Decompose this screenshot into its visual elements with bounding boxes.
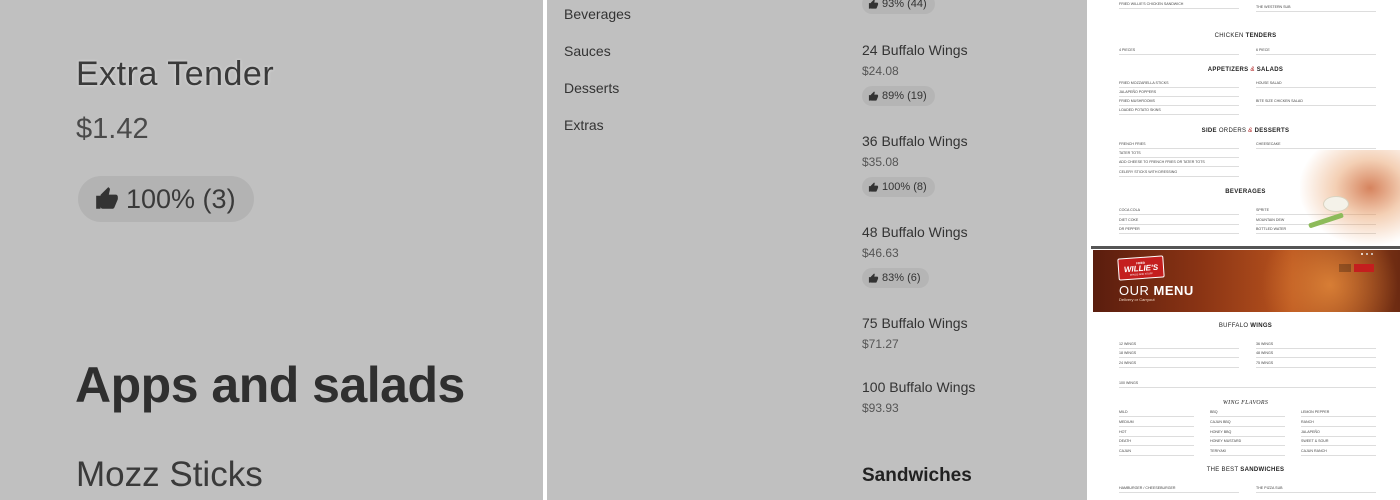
section-heading-sandwiches: THE BEST SANDWICHES: [1206, 467, 1285, 473]
section-heading-flavors: WING FLAVORS: [1222, 400, 1269, 406]
menu-item: 100 WINGS: [1119, 381, 1376, 388]
flavor-item: CAJUN BBQ: [1210, 420, 1285, 427]
menu-item: ADD CHEESE TO FRENCH FRIES OR TATER TOTS: [1119, 160, 1239, 167]
menu-item: DR PEPPER: [1119, 227, 1239, 234]
flavor-item: RANCH: [1301, 420, 1376, 427]
item-price: $71.27: [862, 337, 899, 351]
category-link-desserts[interactable]: Desserts: [564, 80, 619, 96]
item-price: $46.63: [862, 246, 899, 260]
menu-item: THE PIZZA SUB: [1256, 486, 1376, 493]
website-menu-panel: FRIED WILLIE'S CHICKEN SANDWICH THE WEST…: [1091, 0, 1400, 500]
item-price: $93.93: [862, 401, 899, 415]
flavor-item: JALAPEÑO: [1301, 430, 1376, 437]
menu-item-24-wings[interactable]: 24 Buffalo Wings: [862, 42, 968, 58]
rating-text: 93% (44): [882, 0, 927, 10]
item-price: $24.08: [862, 64, 899, 78]
category-link-sauces[interactable]: Sauces: [564, 43, 611, 59]
menu-item: CELERY STICKS WITH DRESSING: [1119, 170, 1239, 177]
carousel-dots[interactable]: [1361, 253, 1373, 255]
rating-badge: 100% (8): [862, 177, 935, 197]
zoomed-menu-panel: Extra Tender $1.42 100% (3) Apps and sal…: [0, 0, 543, 500]
rating-text: 100% (8): [882, 181, 927, 193]
category-link-beverages[interactable]: Beverages: [564, 6, 631, 22]
menu-item: COCA COLA: [1119, 208, 1239, 215]
restaurant-logo[interactable]: FRIED WILLIE'S WINGS AND STUFF: [1117, 255, 1165, 281]
flavor-item: MILD: [1119, 410, 1194, 417]
menu-item: 48 WINGS: [1256, 351, 1376, 358]
thumbs-up-icon: [868, 272, 879, 283]
rating-badge: 93% (44): [862, 0, 935, 14]
menu-item: 24 WINGS: [1119, 361, 1239, 368]
menu-item: 6 PIECE: [1256, 48, 1376, 55]
flavor-item: BBQ: [1210, 410, 1285, 417]
thumbs-up-icon: [96, 187, 118, 209]
flavor-item: CAJUN RANCH: [1301, 449, 1376, 456]
menu-item: HAMBURGER / CHEESEBURGER: [1119, 486, 1239, 493]
flavor-item: TERIYAKI: [1210, 449, 1285, 456]
menu-item: FRIED WILLIE'S CHICKEN SANDWICH: [1119, 2, 1239, 9]
nav-button[interactable]: [1339, 264, 1351, 272]
rating-text: 83% (6): [882, 272, 921, 284]
menu-item: 18 WINGS: [1119, 351, 1239, 358]
menu-item-36-wings[interactable]: 36 Buffalo Wings: [862, 133, 968, 149]
flavor-item: MEDIUM: [1119, 420, 1194, 427]
page-subtitle: Delivery or Carryout: [1119, 297, 1155, 302]
category-link-extras[interactable]: Extras: [564, 117, 604, 133]
wings-photo-image: [1300, 150, 1400, 245]
flavor-item: CAJUN: [1119, 449, 1194, 456]
menu-item: JALAPEÑO POPPERS: [1119, 90, 1239, 97]
delivery-menu-panel: Beverages Sauces Desserts Extras 93% (44…: [547, 0, 1087, 500]
menu-item: 12 WINGS: [1119, 342, 1239, 349]
menu-item: CHEESECAKE: [1256, 142, 1376, 149]
menu-item: DIET COKE: [1119, 218, 1239, 225]
menu-item: 75 WINGS: [1256, 361, 1376, 368]
section-heading-wings: BUFFALO WINGS: [1218, 323, 1273, 329]
flavor-item: HONEY MUSTARD: [1210, 439, 1285, 446]
rating-badge: 100% (3): [78, 176, 254, 222]
menu-item-48-wings[interactable]: 48 Buffalo Wings: [862, 224, 968, 240]
rating-badge: 83% (6): [862, 268, 929, 288]
rating-text: 100% (3): [126, 183, 236, 214]
section-heading-appetizers: APPETIZERS & SALADS: [1207, 67, 1284, 73]
section-heading-sides: SIDE ORDERS & DESSERTS: [1201, 128, 1290, 134]
menu-item-100-wings[interactable]: 100 Buffalo Wings: [862, 379, 975, 395]
item-name[interactable]: Extra Tender: [76, 55, 274, 94]
order-button[interactable]: [1354, 264, 1374, 272]
item-price: $1.42: [76, 113, 149, 145]
menu-item: 36 WINGS: [1256, 342, 1376, 349]
rating-text: 89% (19): [882, 90, 927, 102]
menu-item: 4 PIECES: [1119, 48, 1239, 55]
menu-item-75-wings[interactable]: 75 Buffalo Wings: [862, 315, 968, 331]
menu-item: BITE SIZE CHICKEN SALAD: [1256, 99, 1376, 106]
section-heading: Sandwiches: [862, 465, 972, 486]
menu-item: TATER TOTS: [1119, 151, 1239, 158]
menu-item: FRENCH FRIES: [1119, 142, 1239, 149]
menu-item: LOADED POTATO SKINS: [1119, 108, 1239, 115]
menu-item: FRIED MOZZARELLA STICKS: [1119, 81, 1239, 88]
screenshot-divider: [1091, 246, 1400, 249]
rating-badge: 89% (19): [862, 86, 935, 106]
thumbs-up-icon: [868, 90, 879, 101]
thumbs-up-icon: [868, 0, 879, 9]
dip-bowl-image: [1323, 196, 1349, 212]
section-heading-tenders: CHICKEN TENDERS: [1214, 33, 1277, 39]
flavor-item: LEMON PEPPER: [1301, 410, 1376, 417]
flavor-item: DEATH: [1119, 439, 1194, 446]
flavor-item: SWEET & SOUR: [1301, 439, 1376, 446]
menu-item: THE WESTERN SUB: [1256, 5, 1376, 12]
thumbs-up-icon: [868, 181, 879, 192]
menu-item: FRIED MUSHROOMS: [1119, 99, 1239, 106]
menu-item: HOUSE SALAD: [1256, 81, 1376, 88]
flavor-item: HONEY BBQ: [1210, 430, 1285, 437]
flavor-item: HOT: [1119, 430, 1194, 437]
section-heading: Apps and salads: [75, 357, 465, 413]
item-name[interactable]: Mozz Sticks: [76, 455, 263, 495]
page-title: OUR MENU: [1119, 283, 1194, 298]
item-price: $35.08: [862, 155, 899, 169]
